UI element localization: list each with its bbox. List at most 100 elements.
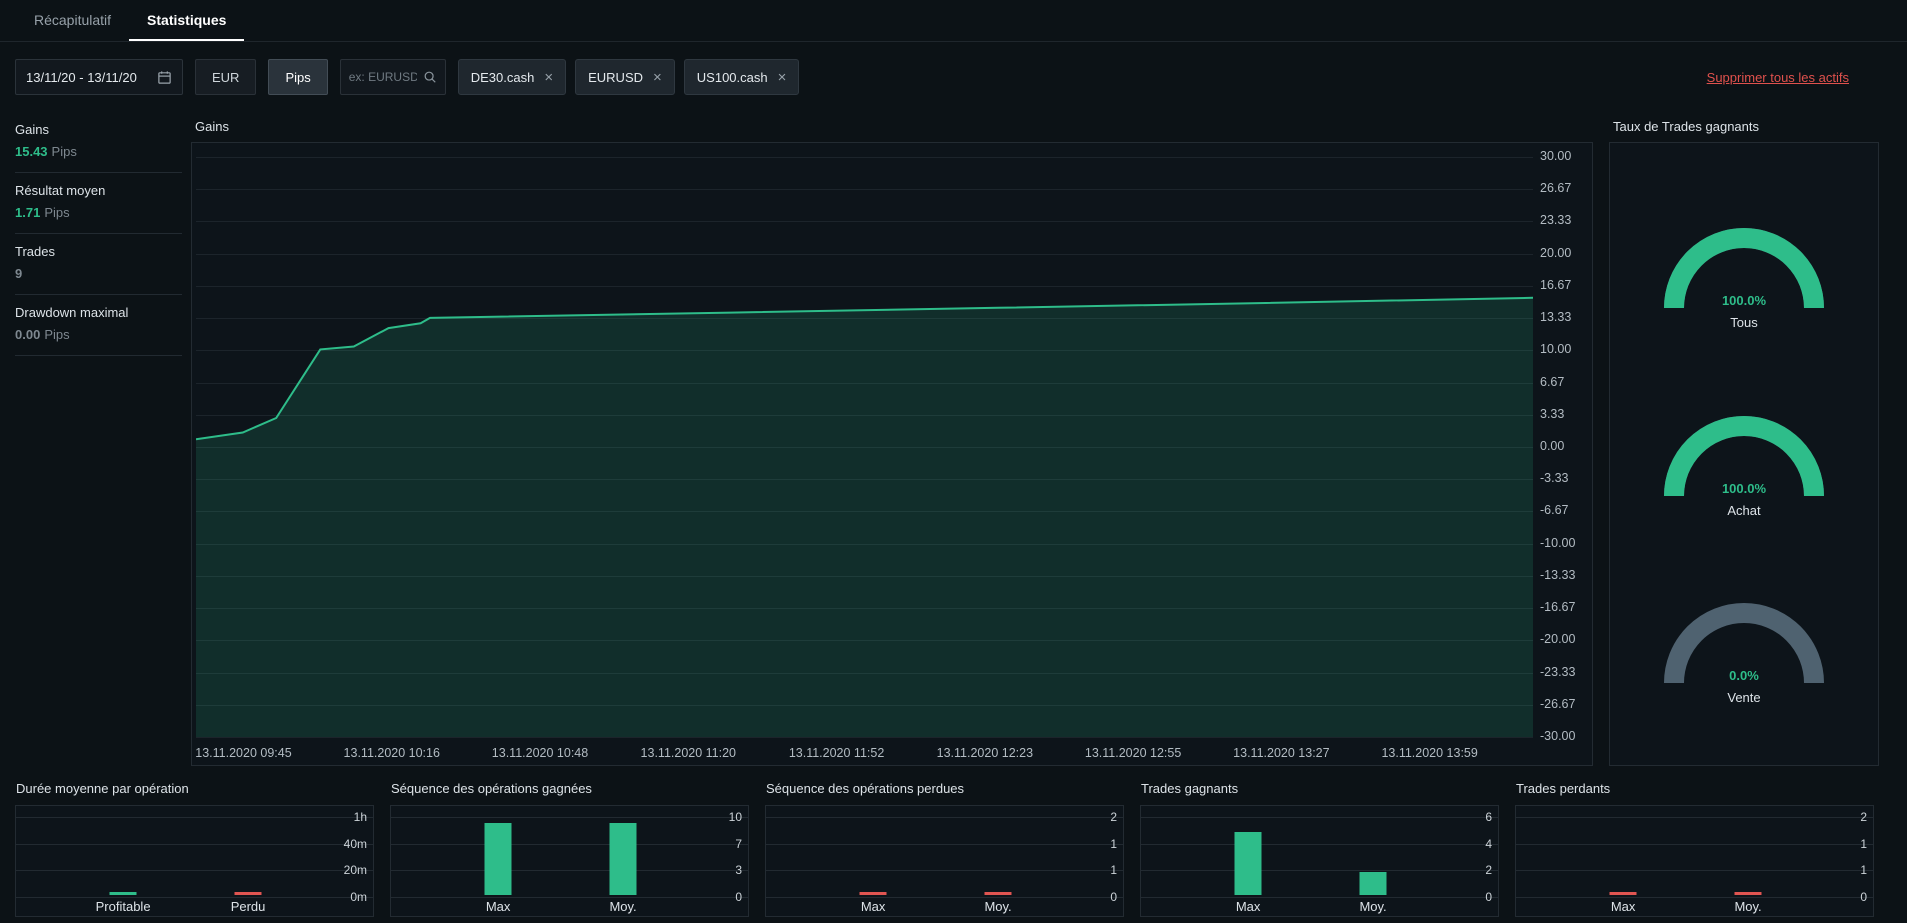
asset-chip-de30cash[interactable]: DE30.cash× [458,59,566,95]
mini-chart-title: Séquence des opérations perdues [766,781,1124,796]
stat-trades: Trades 9 [15,234,182,295]
remove-all-assets-link[interactable]: Supprimer tous les actifs [1707,70,1849,85]
y-axis-tick: 1 [1110,837,1117,851]
stat-value-number: 1.71 [15,205,40,220]
bar-max [485,823,512,895]
gauge-label: Tous [1644,315,1844,330]
y-axis-tick: -10.00 [1540,536,1575,550]
stat-value-unit: Pips [44,205,69,220]
y-axis-tick: 0 [735,890,742,904]
gridline [391,844,748,845]
stat-value: 9 [15,266,182,281]
x-axis-label: Moy. [609,899,636,914]
y-axis-tick: 3.33 [1540,407,1564,421]
gridline [1141,897,1498,898]
y-axis-tick: 1h [354,810,367,824]
gridline [1141,844,1498,845]
unit-pips-button[interactable]: Pips [268,59,327,95]
stat-value-unit: Pips [52,144,77,159]
chip-close-icon[interactable]: × [778,70,787,85]
y-axis-tick: 2 [1860,810,1867,824]
stat-label: Drawdown maximal [15,305,182,320]
x-axis-label: Moy. [1359,899,1386,914]
bar-perdu [235,892,262,895]
gridline [391,817,748,818]
mini-chart-loss-streak: Séquence des opérations perdues2110MaxMo… [765,781,1124,917]
bar-moy [1360,872,1387,895]
stats-sidebar: Gains 15.43Pips Résultat moyen 1.71Pips … [15,112,182,356]
y-axis-tick: 1 [1860,863,1867,877]
bar-moy [985,892,1012,895]
chip-close-icon[interactable]: × [653,70,662,85]
gridline [766,897,1123,898]
x-axis-tick: 13.11.2020 12:23 [937,746,1033,760]
y-axis-tick: 0.00 [1540,439,1564,453]
mini-chart-title: Durée moyenne par opération [16,781,374,796]
stat-value: 15.43Pips [15,144,182,159]
x-axis-tick: 13.11.2020 12:55 [1085,746,1181,760]
y-axis-tick: -3.33 [1540,471,1569,485]
gridline [391,897,748,898]
y-axis-tick: -30.00 [1540,729,1575,743]
gridline [1516,897,1873,898]
asset-chips: DE30.cash×EURUSD×US100.cash× [458,59,800,95]
gains-chart-panel: 30.0026.6723.3320.0016.6713.3310.006.673… [191,142,1593,766]
stat-label: Trades [15,244,182,259]
y-axis-tick: 13.33 [1540,310,1571,324]
stat-value-number: 9 [15,266,22,281]
gridline [766,844,1123,845]
bar-max [1235,832,1262,895]
mini-chart-title: Séquence des opérations gagnées [391,781,749,796]
x-axis-label: Moy. [1734,899,1761,914]
calendar-icon[interactable] [157,70,172,85]
date-range-input[interactable]: 13/11/20 - 13/11/20 [15,59,183,95]
asset-chip-us100cash[interactable]: US100.cash× [684,59,800,95]
mini-chart-plot: 10730MaxMoy. [390,805,749,917]
asset-chip-eurusd[interactable]: EURUSD× [575,59,675,95]
mini-chart-losing-trades: Trades perdants2110MaxMoy. [1515,781,1874,917]
x-axis-tick: 13.11.2020 13:27 [1233,746,1329,760]
mini-chart-plot: 2110MaxMoy. [765,805,1124,917]
bar-profitable [110,892,137,895]
x-axis-label: Moy. [984,899,1011,914]
bar-max [1610,892,1637,895]
bar-max [860,892,887,895]
y-axis-tick: 10 [729,810,742,824]
y-axis-tick: 2 [1110,810,1117,824]
x-axis-tick: 13.11.2020 09:45 [195,746,291,760]
gauge-value: 100.0% [1644,481,1844,496]
currency-eur-button[interactable]: EUR [195,59,256,95]
gains-area-series [196,143,1533,739]
y-axis-tick: -6.67 [1540,503,1569,517]
gridline [766,870,1123,871]
date-range-value: 13/11/20 - 13/11/20 [26,70,137,85]
mini-chart-plot: 2110MaxMoy. [1515,805,1874,917]
y-axis-tick: 0 [1485,890,1492,904]
gains-chart-title: Gains [195,119,229,134]
stat-label: Résultat moyen [15,183,182,198]
y-axis-tick: 40m [344,837,367,851]
winrate-gauge-achat: 100.0%Achat [1644,391,1844,518]
y-axis-tick: 4 [1485,837,1492,851]
mini-chart-win-streak: Séquence des opérations gagnées10730MaxM… [390,781,749,917]
gridline [766,817,1123,818]
winrate-gauge-vente: 0.0%Vente [1644,578,1844,705]
x-axis-tick: 13.11.2020 13:59 [1381,746,1477,760]
gridline [1516,844,1873,845]
mini-chart-plot: 6420MaxMoy. [1140,805,1499,917]
y-axis-tick: 6.67 [1540,375,1564,389]
bar-moy [1735,892,1762,895]
toolbar: 13/11/20 - 13/11/20 EUR Pips DE30.cash×E… [15,59,799,95]
tab-recapitulatif[interactable]: Récapitulatif [16,0,129,41]
y-axis-tick: 0 [1860,890,1867,904]
gains-chart-plot-area [196,143,1533,739]
chip-close-icon[interactable]: × [544,70,553,85]
y-axis-tick: 7 [735,837,742,851]
gauge-label: Vente [1644,690,1844,705]
x-axis-label: Max [1611,899,1636,914]
asset-search[interactable] [340,59,446,95]
tab-statistiques[interactable]: Statistiques [129,0,244,41]
stat-value-number: 0.00 [15,327,40,342]
asset-search-input[interactable] [349,70,417,84]
y-axis-tick: 16.67 [1540,278,1571,292]
